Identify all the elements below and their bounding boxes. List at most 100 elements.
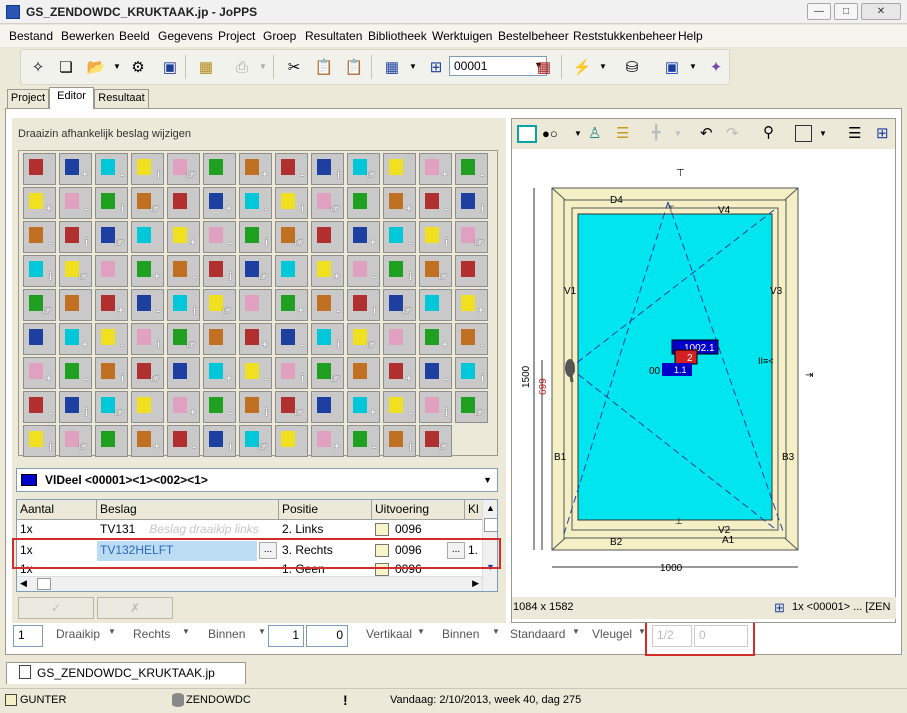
hardware-tool-button[interactable]: i: [167, 289, 200, 321]
hardware-tool-button[interactable]: i: [23, 425, 56, 457]
database-query-icon[interactable]: ⛁: [621, 56, 643, 78]
hardware-tool-button[interactable]: i: [95, 357, 128, 389]
align-left-icon[interactable]: ☰: [848, 124, 861, 142]
hardware-tool-button[interactable]: i: [23, 255, 56, 287]
menu-groep[interactable]: Groep: [263, 29, 296, 43]
hardware-tool-button[interactable]: ☞: [347, 323, 380, 355]
minimize-button[interactable]: —: [807, 3, 831, 20]
hardware-tool-button[interactable]: +: [131, 425, 164, 457]
hardware-tool-button[interactable]: -: [311, 289, 344, 321]
hardware-tool-button[interactable]: i: [383, 425, 416, 457]
select-dropdown-icon[interactable]: ▼: [409, 62, 417, 71]
fit-view-dropdown-icon[interactable]: ▼: [819, 129, 827, 138]
hardware-tool-button[interactable]: [239, 289, 272, 321]
hardware-tool-button[interactable]: i: [275, 357, 308, 389]
direction-dropdown[interactable]: Binnen: [208, 627, 245, 641]
scroll-thumb[interactable]: [484, 518, 497, 532]
table-row[interactable]: 1x TV131 Beslag draaikip links 2. Links 0…: [17, 520, 482, 540]
hardware-tool-button[interactable]: -: [167, 425, 200, 457]
vleugel-dropdown[interactable]: Vleugel: [592, 627, 632, 641]
copy-icon[interactable]: ❏: [55, 56, 77, 78]
hardware-tool-button[interactable]: ☞: [275, 221, 308, 253]
fraction-value-field[interactable]: 0: [694, 625, 748, 647]
direction-dropdown-icon[interactable]: ▼: [258, 627, 266, 636]
hardware-tool-button[interactable]: [419, 289, 452, 321]
hardware-tool-button[interactable]: -: [239, 357, 272, 389]
hardware-tool-button[interactable]: ☞: [131, 187, 164, 219]
hardware-tool-button[interactable]: -: [347, 255, 380, 287]
calendar-dropdown-icon[interactable]: ▼: [689, 62, 697, 71]
column-header-uitvoering[interactable]: Uitvoering: [372, 500, 465, 520]
hardware-tool-button[interactable]: [275, 425, 308, 457]
paste-disabled-icon[interactable]: 📋: [343, 56, 365, 78]
hardware-tool-button[interactable]: -: [419, 187, 452, 219]
hardware-tool-button[interactable]: -: [203, 391, 236, 423]
settings-icon[interactable]: ⚙: [127, 56, 149, 78]
hardware-tool-button[interactable]: +: [383, 357, 416, 389]
hardware-tool-button[interactable]: ☞: [419, 425, 452, 457]
hardware-tool-button[interactable]: i: [383, 255, 416, 287]
hardware-tool-button[interactable]: +: [347, 391, 380, 423]
scroll-right-icon[interactable]: ▶: [472, 578, 479, 589]
hardware-tool-button[interactable]: -: [23, 221, 56, 253]
hardware-tool-button[interactable]: i: [59, 391, 92, 423]
hardware-tool-button[interactable]: ☞: [95, 221, 128, 253]
hardware-tool-button[interactable]: [59, 289, 92, 321]
layers-icon[interactable]: ▦: [533, 56, 555, 78]
type-dropdown[interactable]: Draaikip: [56, 627, 100, 641]
column-header-positie[interactable]: Positie: [279, 500, 372, 520]
ok-button[interactable]: ✓: [18, 597, 94, 619]
hardware-tool-button[interactable]: -: [383, 391, 416, 423]
hardware-tool-button[interactable]: -: [203, 221, 236, 253]
type-dropdown-icon[interactable]: ▼: [108, 627, 116, 636]
glasses-icon[interactable]: ●○: [542, 126, 558, 141]
menu-resultaten[interactable]: Resultaten: [305, 29, 362, 43]
frame-view-icon[interactable]: [517, 125, 537, 143]
fit-view-icon[interactable]: [795, 125, 812, 142]
hardware-tool-button[interactable]: i: [131, 323, 164, 355]
open-folder-icon[interactable]: 📂: [85, 56, 107, 78]
hardware-tool-button[interactable]: ☞: [23, 289, 56, 321]
measure-dropdown-icon[interactable]: ▼: [674, 129, 682, 138]
menu-beeld[interactable]: Beeld: [119, 29, 150, 43]
hardware-tool-button[interactable]: -: [347, 425, 380, 457]
hardware-tool-button[interactable]: i: [239, 221, 272, 253]
hardware-tool-button[interactable]: ☞: [59, 255, 92, 287]
tab-resultaat[interactable]: Resultaat: [94, 89, 149, 108]
side-dropdown-icon[interactable]: ▼: [182, 627, 190, 636]
hardware-tool-button[interactable]: [23, 153, 56, 185]
scroll-up-icon[interactable]: ▲: [486, 503, 495, 513]
hardware-tool-button[interactable]: -: [131, 289, 164, 321]
hardware-tool-button[interactable]: ☞: [59, 425, 92, 457]
hardware-tool-button[interactable]: i: [455, 357, 488, 389]
menu-bestand[interactable]: Bestand: [9, 29, 53, 43]
hardware-tool-button[interactable]: [311, 221, 344, 253]
count-field[interactable]: 1: [13, 625, 43, 647]
hardware-tool-button[interactable]: ☞: [239, 255, 272, 287]
hardware-tool-button[interactable]: -: [275, 323, 308, 355]
hardware-tool-button[interactable]: [203, 323, 236, 355]
menu-werktuigen[interactable]: Werktuigen: [432, 29, 492, 43]
cut-icon[interactable]: ✂: [283, 56, 305, 78]
glasses-dropdown-icon[interactable]: ▼: [574, 129, 582, 138]
hardware-tool-button[interactable]: -: [95, 323, 128, 355]
hardware-tool-button[interactable]: -: [59, 357, 92, 389]
hardware-tool-button[interactable]: +: [383, 187, 416, 219]
hardware-tool-button[interactable]: +: [239, 323, 272, 355]
hardware-tool-button[interactable]: +: [23, 187, 56, 219]
save-icon[interactable]: ▣: [159, 56, 181, 78]
chevron-down-icon[interactable]: ▼: [483, 475, 492, 485]
hardware-tool-button[interactable]: i: [311, 323, 344, 355]
standard-dropdown[interactable]: Standaard: [510, 627, 565, 641]
hardware-tool-button[interactable]: [275, 255, 308, 287]
hardware-tool-button[interactable]: [23, 323, 56, 355]
hardware-tool-button[interactable]: i: [455, 187, 488, 219]
hardware-tool-button[interactable]: -: [419, 357, 452, 389]
hardware-tool-button[interactable]: i: [275, 187, 308, 219]
grid-view-icon[interactable]: ⊞: [876, 124, 889, 142]
direction2-dropdown-icon[interactable]: ▼: [492, 627, 500, 636]
hardware-tool-button[interactable]: [203, 153, 236, 185]
hardware-tool-button[interactable]: -: [23, 391, 56, 423]
redo-icon[interactable]: ↷: [726, 124, 739, 142]
hardware-tool-button[interactable]: +: [419, 323, 452, 355]
